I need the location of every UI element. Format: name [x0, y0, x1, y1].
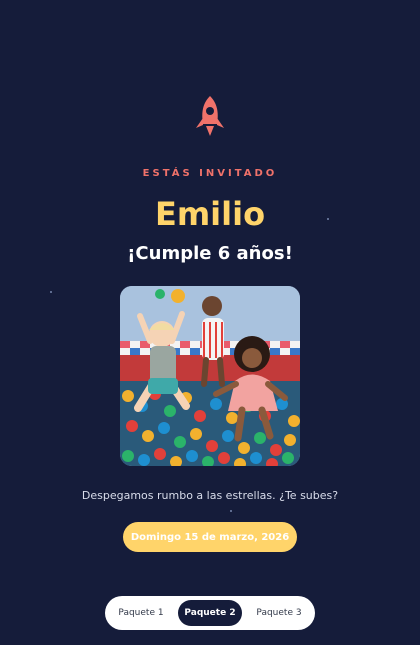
package-tabs: Paquete 1 Paquete 2 Paquete 3: [105, 596, 315, 630]
star-decoration: [50, 291, 52, 293]
rocket-icon: [196, 96, 224, 136]
party-tagline: Despegamos rumbo a las estrellas. ¿Te su…: [81, 489, 339, 502]
tab-paquete-2[interactable]: Paquete 2: [178, 600, 242, 626]
invitation-page: ESTÁS INVITADO Emilio ¡Cumple 6 años! De…: [0, 0, 420, 645]
star-decoration: [230, 510, 232, 512]
tab-paquete-1[interactable]: Paquete 1: [109, 600, 173, 626]
tab-paquete-3[interactable]: Paquete 3: [247, 600, 311, 626]
invited-eyebrow: ESTÁS INVITADO: [142, 168, 278, 179]
party-photo: [120, 286, 300, 466]
event-date-button[interactable]: Domingo 15 de marzo, 2026: [123, 522, 297, 552]
birthday-subtitle: ¡Cumple 6 años!: [127, 243, 293, 264]
ball-pit-kids-image: [120, 286, 300, 466]
child-name: Emilio: [154, 195, 266, 233]
